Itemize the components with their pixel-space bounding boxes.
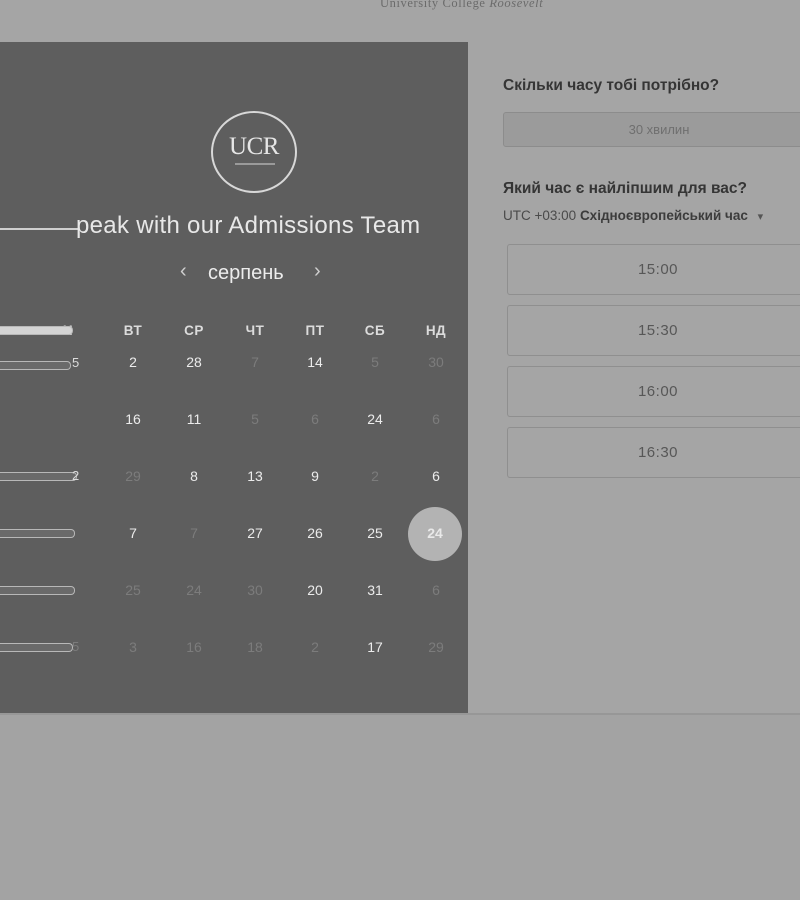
overflow-day-bar — [0, 361, 71, 370]
caret-down-icon: ▾ — [757, 211, 764, 223]
header-logo-subtitle: University College Roosevelt — [380, 0, 544, 10]
booking-panel: Скільки часу тобі потрібно? 30 хвилин Як… — [468, 42, 800, 713]
calendar-day: 16 — [186, 639, 202, 655]
calendar-day: 5 — [72, 639, 80, 654]
overflow-day-bar — [0, 586, 75, 595]
weekday-header: ПТ — [305, 323, 325, 338]
calendar-day[interactable]: 31 — [345, 580, 405, 600]
calendar-day[interactable]: 2 — [103, 352, 163, 372]
calendar-day: 18 — [247, 639, 263, 655]
calendar-day: 7 — [190, 525, 198, 541]
time-question: Який час є найліпшим для вас? — [503, 180, 747, 197]
header-logo[interactable]: University College Roosevelt — [368, 0, 578, 30]
calendar-day: 5 — [371, 354, 379, 370]
overflow-day-bar — [0, 472, 77, 481]
calendar-day: 6 — [432, 582, 440, 598]
calendar-day[interactable]: 2 — [72, 468, 79, 483]
calendar-day[interactable]: 25 — [345, 523, 405, 543]
calendar-day-selected[interactable]: 24 — [405, 523, 465, 543]
badge-text: UCR — [229, 133, 279, 160]
weekday-header: СБ — [364, 323, 386, 338]
ucr-logo-badge: UCR — [211, 111, 297, 193]
time-slot-button[interactable]: 16:00 — [507, 366, 800, 417]
calendar-day: 29 — [125, 468, 141, 484]
weekday-header: НД — [425, 323, 447, 338]
weekday-header: СР — [184, 323, 204, 338]
calendar-day: 2 — [311, 639, 319, 655]
overflow-day-bar — [0, 643, 73, 652]
weekday-overflow-bar — [0, 326, 73, 335]
calendar-day[interactable]: 27 — [225, 523, 285, 543]
calendar-day[interactable]: 24 — [345, 409, 405, 429]
timezone-name: Східноєвропейський час — [579, 208, 748, 223]
calendar-day: 6 — [311, 411, 319, 427]
calendar-day[interactable]: 9 — [285, 466, 345, 486]
calendar-day[interactable]: 14 — [285, 352, 345, 372]
calendar-day[interactable]: 8 — [164, 466, 224, 486]
calendar-day: 30 — [247, 582, 263, 598]
month-navigation: ‹ серпень › — [170, 260, 340, 290]
calendar-day: 29 — [428, 639, 444, 655]
timezone-selector[interactable]: UTC +03:00 Східноєвропейський час ▾ — [503, 208, 763, 223]
calendar-day: 5 — [251, 411, 259, 427]
calendar-day[interactable]: 16 — [103, 409, 163, 429]
calendar-day[interactable]: 26 — [285, 523, 345, 543]
timezone-offset: UTC +03:00 — [503, 208, 577, 223]
calendar-day[interactable]: 20 — [285, 580, 345, 600]
badge-underline — [235, 163, 275, 165]
time-slot-button[interactable]: 16:30 — [507, 427, 800, 478]
calendar-day: 24 — [186, 582, 202, 598]
chevron-left-icon[interactable]: ‹ — [180, 260, 187, 283]
calendar-day[interactable]: 7 — [103, 523, 163, 543]
month-label: серпень — [208, 262, 284, 284]
page-title: peak with our Admissions Team — [76, 212, 421, 239]
calendar-day: 30 — [428, 354, 444, 370]
calendar-day: 25 — [125, 582, 141, 598]
duration-question: Скільки часу тобі потрібно? — [503, 77, 720, 94]
calendar-day[interactable]: 17 — [345, 637, 405, 657]
calendar-day: 2 — [371, 468, 379, 484]
calendar-day: 6 — [432, 411, 440, 427]
calendar-day: 7 — [251, 354, 259, 370]
calendar-panel: UCR peak with our Admissions Team ‹ серп… — [0, 42, 468, 713]
calendar-day[interactable]: 6 — [406, 466, 466, 486]
calendar-day: 3 — [129, 639, 137, 655]
weekday-header: ЧТ — [245, 323, 265, 338]
calendar-day[interactable]: 13 — [225, 466, 285, 486]
weekday-header: ВТ — [123, 323, 143, 338]
calendar-day[interactable]: 5 — [72, 355, 79, 370]
time-slot-button[interactable]: 15:00 — [507, 244, 800, 295]
calendar-day[interactable]: 11 — [164, 409, 224, 429]
overflow-day-bar — [0, 529, 75, 538]
top-header: University College Roosevelt — [0, 0, 800, 42]
title-rule — [0, 228, 78, 230]
chevron-right-icon[interactable]: › — [314, 260, 321, 283]
duration-select[interactable]: 30 хвилин — [503, 112, 800, 147]
time-slot-button[interactable]: 15:30 — [507, 305, 800, 356]
bottom-divider — [0, 713, 800, 715]
calendar-day[interactable]: 28 — [164, 352, 224, 372]
